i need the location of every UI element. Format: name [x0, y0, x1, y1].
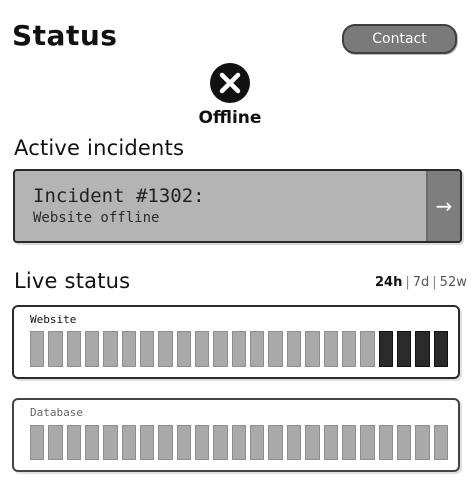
- database-label: Database: [30, 406, 83, 419]
- status-bar-up[interactable]: [360, 331, 375, 367]
- status-bar-down[interactable]: [378, 331, 393, 367]
- status-label: Offline: [198, 108, 262, 128]
- status-bar-up[interactable]: [176, 425, 192, 460]
- status-bar-up[interactable]: [268, 331, 283, 367]
- incident-card[interactable]: Incident #1302: Website offline →: [13, 169, 462, 243]
- status-bar-up[interactable]: [85, 331, 100, 367]
- status-bar-up[interactable]: [323, 331, 338, 367]
- status-bar-up[interactable]: [341, 331, 357, 367]
- status-bar-up[interactable]: [231, 331, 247, 367]
- status-bar-up[interactable]: [360, 425, 375, 460]
- status-bar-up[interactable]: [140, 331, 155, 367]
- status-bar-down[interactable]: [415, 331, 430, 367]
- status-bar-up[interactable]: [268, 425, 283, 460]
- status-bar-up[interactable]: [30, 425, 45, 460]
- status-bar-up[interactable]: [66, 331, 82, 367]
- database-status-panel: Database: [12, 398, 460, 472]
- status-bar-up[interactable]: [231, 425, 247, 460]
- status-bar-down[interactable]: [433, 331, 448, 367]
- status-bar-up[interactable]: [341, 425, 357, 460]
- website-label: Website: [30, 313, 77, 326]
- website-status-panel: Website: [12, 305, 460, 379]
- range-switch: 24h | 7d | 52w: [375, 276, 467, 289]
- status-bar-up[interactable]: [85, 425, 100, 460]
- x-circle-icon: [209, 62, 251, 104]
- website-status-bars: [30, 331, 448, 367]
- status-bar-up[interactable]: [213, 331, 228, 367]
- status-bar-up[interactable]: [250, 425, 265, 460]
- status-bar-up[interactable]: [305, 331, 320, 367]
- status-bar-up[interactable]: [121, 425, 137, 460]
- active-incidents-heading: Active incidents: [14, 136, 185, 160]
- range-24h[interactable]: 24h: [375, 276, 402, 289]
- contact-support-button[interactable]: Contact support: [342, 24, 457, 73]
- status-bar-up[interactable]: [140, 425, 155, 460]
- status-bar-up[interactable]: [250, 331, 265, 367]
- range-separator: |: [405, 275, 410, 290]
- status-bar-up[interactable]: [213, 425, 228, 460]
- range-separator: |: [432, 275, 437, 290]
- status-bar-up[interactable]: [158, 425, 173, 460]
- status-bar-up[interactable]: [286, 425, 302, 460]
- status-bar-up[interactable]: [103, 331, 118, 367]
- page-title: Status: [12, 19, 118, 52]
- status-bar-up[interactable]: [396, 425, 412, 460]
- status-bar-up[interactable]: [433, 425, 448, 460]
- status-bar-up[interactable]: [195, 425, 210, 460]
- status-bar-up[interactable]: [121, 331, 137, 367]
- status-bar-up[interactable]: [378, 425, 393, 460]
- status-bar-up[interactable]: [30, 331, 45, 367]
- status-bar-up[interactable]: [195, 331, 210, 367]
- status-bar-up[interactable]: [158, 331, 173, 367]
- status-bar-up[interactable]: [66, 425, 82, 460]
- status-bar-up[interactable]: [415, 425, 430, 460]
- live-status-heading: Live status: [14, 269, 131, 293]
- status-bar-up[interactable]: [176, 331, 192, 367]
- range-7d[interactable]: 7d: [413, 276, 430, 289]
- status-bar-up[interactable]: [103, 425, 118, 460]
- incident-description: Website offline: [33, 210, 160, 226]
- status-bar-up[interactable]: [323, 425, 338, 460]
- database-status-bars: [30, 425, 448, 460]
- range-52w[interactable]: 52w: [440, 276, 467, 289]
- arrow-right-icon[interactable]: →: [426, 171, 460, 241]
- status-bar-down[interactable]: [396, 331, 412, 367]
- status-bar-up[interactable]: [305, 425, 320, 460]
- status-bar-up[interactable]: [286, 331, 302, 367]
- status-bar-up[interactable]: [48, 331, 63, 367]
- status-bar-up[interactable]: [48, 425, 63, 460]
- incident-title: Incident #1302:: [33, 185, 205, 207]
